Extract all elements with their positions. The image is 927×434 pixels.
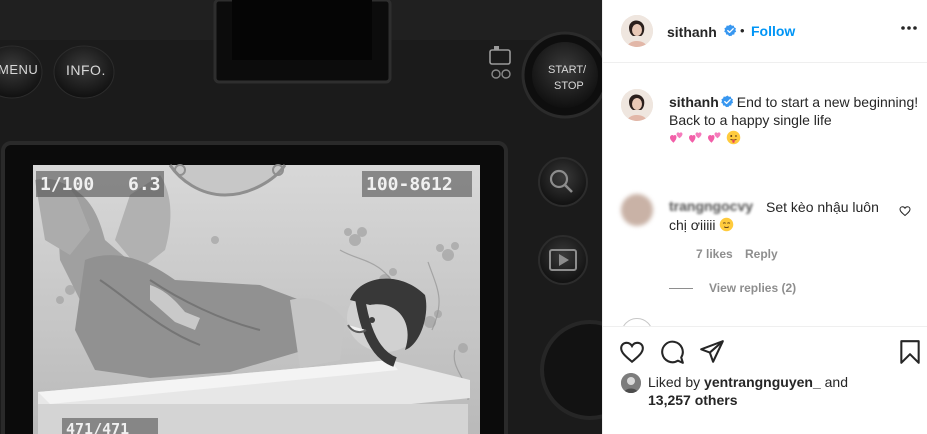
tongue-face-icon bbox=[726, 130, 741, 145]
commenter-avatar[interactable] bbox=[621, 194, 653, 226]
two-hearts-icon bbox=[688, 132, 702, 143]
comments-section: sithanh End to start a new beginning! Ba… bbox=[603, 64, 927, 326]
post-actions: Liked by yentrangnguyen_ and 13,257 othe… bbox=[603, 326, 927, 434]
liked-by-conjunction: and bbox=[824, 374, 848, 390]
next-comment-avatar bbox=[621, 318, 653, 326]
view-replies-line bbox=[669, 288, 693, 289]
more-options-icon[interactable] bbox=[899, 18, 919, 38]
comment-text: Set kèo nhậu luôn chị ơiiiii bbox=[669, 198, 895, 234]
two-hearts-icon bbox=[707, 132, 721, 143]
save-icon[interactable] bbox=[897, 339, 923, 365]
camera-menu-label: MENU bbox=[0, 62, 39, 77]
caption-verified-icon bbox=[720, 95, 733, 108]
share-icon[interactable] bbox=[699, 339, 725, 365]
follow-button[interactable]: Follow bbox=[751, 23, 795, 39]
post-photo: MENU INFO. START/ STOP 1/100 6.3 100-861… bbox=[0, 0, 602, 434]
post-caption: sithanh End to start a new beginning! Ba… bbox=[669, 93, 919, 147]
comment-body: Set kèo nhậu luôn chị ơiiiii bbox=[669, 199, 879, 233]
post-header: sithanh • Follow bbox=[603, 0, 927, 63]
header-separator: • bbox=[740, 23, 745, 38]
comment-like-icon[interactable] bbox=[899, 205, 911, 217]
camera-info-label: INFO. bbox=[66, 62, 106, 78]
comment-icon[interactable] bbox=[659, 339, 685, 365]
lcd-file-number: 100-8612 bbox=[366, 174, 453, 195]
liked-by-summary: Liked by yentrangnguyen_ and 13,257 othe… bbox=[648, 373, 918, 409]
lcd-frame-counter: 471/471 bbox=[66, 420, 130, 434]
post-sidebar: sithanh • Follow sithanh End to start a … bbox=[602, 0, 927, 434]
comment-likes-count[interactable]: 7 likes bbox=[696, 247, 733, 261]
liker-avatar-image bbox=[621, 373, 641, 393]
camera-stop-label: STOP bbox=[554, 80, 584, 92]
caption-author-avatar[interactable] bbox=[621, 89, 653, 121]
verified-badge-icon bbox=[724, 24, 737, 37]
lcd-aperture: 6.3 bbox=[128, 174, 161, 195]
relieved-face-icon bbox=[720, 217, 734, 232]
comment-reply-button[interactable]: Reply bbox=[745, 247, 778, 261]
liked-by-prefix: Liked by bbox=[648, 374, 701, 390]
caption-avatar-image bbox=[621, 89, 653, 121]
view-replies-button[interactable]: View replies (2) bbox=[709, 281, 796, 295]
caption-username[interactable]: sithanh bbox=[669, 94, 719, 110]
author-avatar-image bbox=[621, 15, 653, 47]
liker-avatar[interactable] bbox=[621, 373, 641, 393]
lcd-shutter: 1/100 bbox=[40, 174, 95, 195]
others-likes-link[interactable]: 13,257 others bbox=[648, 392, 738, 408]
author-avatar[interactable] bbox=[621, 15, 653, 47]
liker-username[interactable]: yentrangnguyen_ bbox=[704, 374, 821, 390]
like-icon[interactable] bbox=[619, 339, 645, 365]
author-username[interactable]: sithanh bbox=[667, 24, 717, 40]
two-hearts-icon bbox=[669, 132, 683, 143]
caption-emojis bbox=[669, 129, 741, 147]
camera-start-label: START/ bbox=[548, 64, 587, 76]
